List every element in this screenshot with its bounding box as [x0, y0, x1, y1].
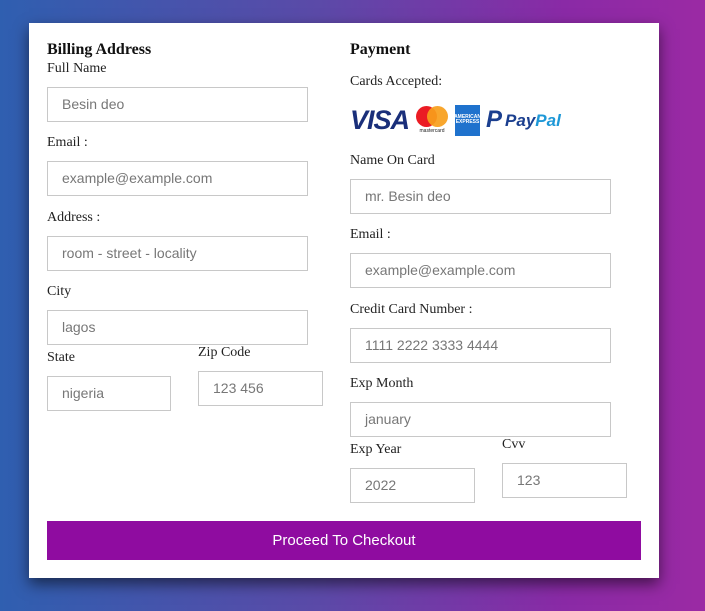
cvv-label: Cvv: [502, 437, 526, 452]
exp-month-label: Exp Month: [350, 376, 414, 391]
billing-title: Billing Address: [47, 41, 152, 58]
payment-email-input[interactable]: example@example.com: [350, 253, 611, 288]
address-input[interactable]: room - street - locality: [47, 236, 308, 271]
address-label: Address :: [47, 210, 101, 225]
cvv-input[interactable]: 123: [502, 463, 627, 498]
checkout-form: Billing Address Full Name Besin deo Emai…: [29, 23, 659, 578]
exp-month-input[interactable]: january: [350, 402, 611, 437]
payment-email-label: Email :: [350, 227, 391, 242]
card-number-label: Credit Card Number :: [350, 302, 473, 317]
city-label: City: [47, 284, 72, 299]
zip-input[interactable]: 123 456: [198, 371, 323, 406]
zip-label: Zip Code: [198, 345, 251, 360]
name-on-card-label: Name On Card: [350, 153, 435, 168]
email-input[interactable]: example@example.com: [47, 161, 308, 196]
visa-logo: VISA: [350, 104, 410, 135]
card-logos: VISA mastercard AMERICAN EXPRESS P PayPa…: [350, 103, 561, 137]
mastercard-logo: mastercard: [415, 104, 449, 136]
email-label: Email :: [47, 135, 88, 150]
cards-accepted-label: Cards Accepted:: [350, 74, 443, 89]
paypal-logo: P PayPal: [486, 106, 561, 133]
amex-logo: AMERICAN EXPRESS: [454, 104, 481, 136]
paypal-icon: P: [486, 106, 503, 133]
payment-title: Payment: [350, 41, 411, 58]
proceed-to-checkout-button[interactable]: Proceed To Checkout: [47, 521, 641, 560]
state-label: State: [47, 350, 75, 365]
city-input[interactable]: lagos: [47, 310, 308, 345]
exp-year-input[interactable]: 2022: [350, 468, 475, 503]
full-name-input[interactable]: Besin deo: [47, 87, 308, 122]
exp-year-label: Exp Year: [350, 442, 402, 457]
state-input[interactable]: nigeria: [47, 376, 171, 411]
name-on-card-input[interactable]: mr. Besin deo: [350, 179, 611, 214]
card-number-input[interactable]: 1111 2222 3333 4444: [350, 328, 611, 363]
full-name-label: Full Name: [47, 61, 107, 76]
